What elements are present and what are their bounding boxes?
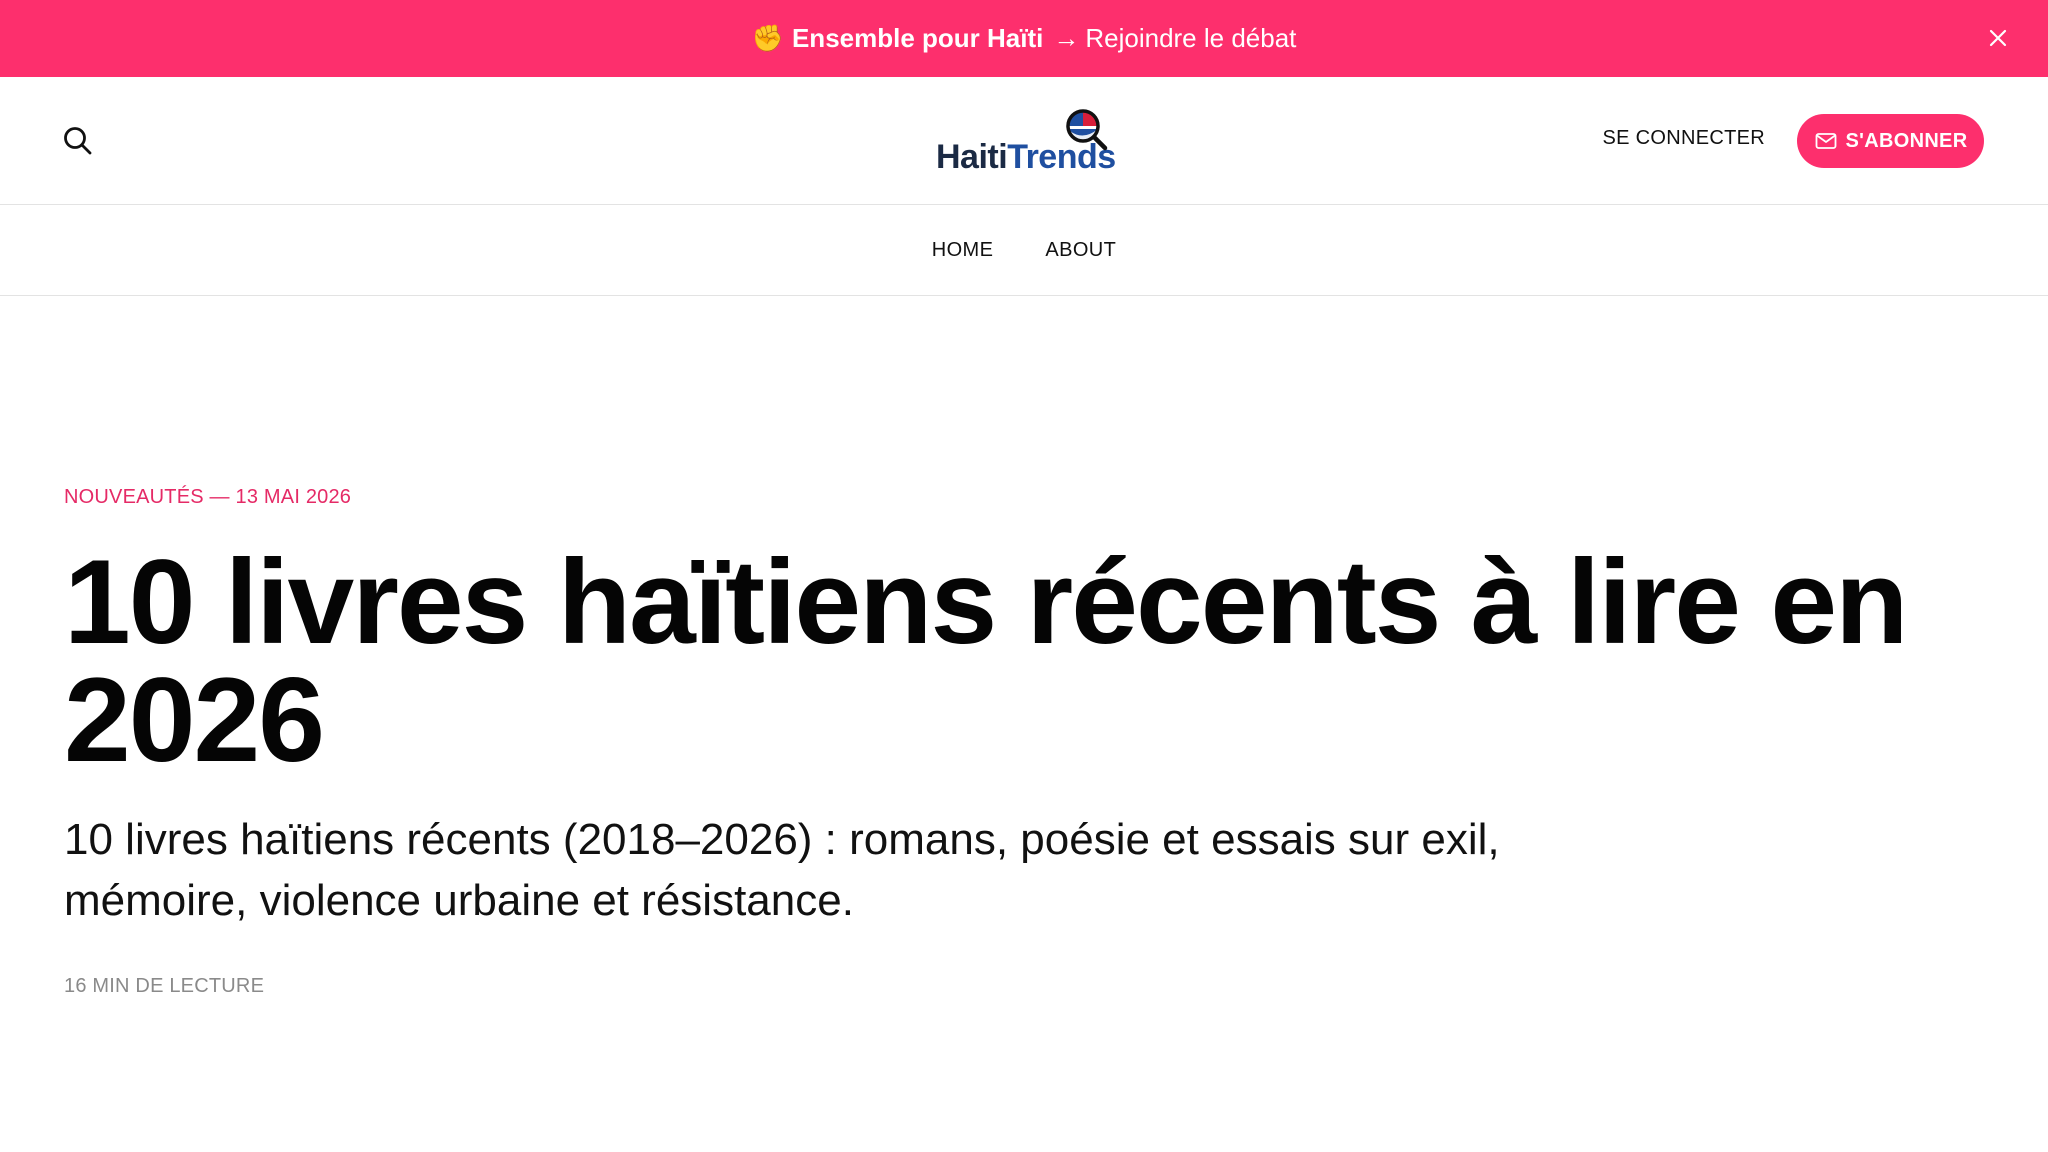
article-kicker[interactable]: NOUVEAUTÉS — 13 MAI 2026 <box>64 486 1964 509</box>
reading-time: 16 MIN DE LECTURE <box>64 975 265 997</box>
article-excerpt: 10 livres haïtiens récents (2018–2026) :… <box>64 815 1500 925</box>
article-header: NOUVEAUTÉS — 13 MAI 2026 10 livres haïti… <box>64 486 1964 998</box>
raised-fist-icon: ✊ <box>751 23 784 53</box>
site-logo[interactable]: HaitiTrends <box>936 107 1116 179</box>
banner-link[interactable]: Rejoindre le débat <box>1085 23 1296 54</box>
magnifier-flag-icon <box>1066 109 1108 151</box>
main-nav: HOME ABOUT <box>0 206 2048 296</box>
page-title: 10 livres haïtiens récents à lire en 202… <box>64 535 1908 787</box>
mail-icon <box>1815 133 1836 149</box>
nav-item-home[interactable]: HOME <box>932 239 994 262</box>
arrow-right-icon: → <box>1053 23 1080 53</box>
site-header: HaitiTrends SE CONNECTER S'ABONNER <box>0 77 2048 205</box>
search-icon[interactable] <box>62 125 94 157</box>
nav-item-about[interactable]: ABOUT <box>1045 239 1116 262</box>
announcement-banner[interactable]: ✊ Ensemble pour Haïti → Rejoindre le déb… <box>0 0 2048 77</box>
banner-title[interactable]: Ensemble pour Haïti <box>792 23 1043 54</box>
subscribe-button[interactable]: S'ABONNER <box>1797 114 1984 168</box>
subscribe-label: S'ABONNER <box>1845 129 1968 152</box>
close-icon[interactable] <box>1986 26 2010 50</box>
signin-link[interactable]: SE CONNECTER <box>1602 127 1765 150</box>
